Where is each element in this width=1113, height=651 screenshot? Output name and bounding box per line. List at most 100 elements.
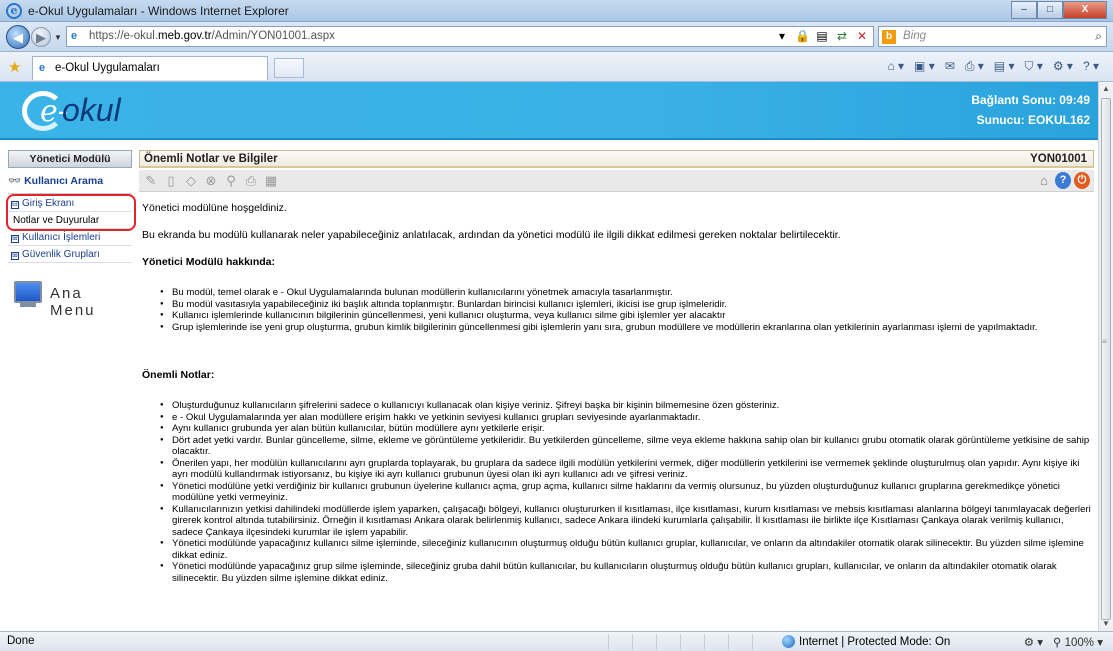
print-icon[interactable]: ⎙ — [243, 172, 259, 189]
status-bar: Done Internet | Protected Mode: On ⚙ ▾ ⚲… — [0, 631, 1113, 651]
session-info: Bağlantı Sonu: 09:49 Sunucu: EOKUL162 — [971, 90, 1090, 130]
vertical-scrollbar[interactable]: ▲ ≡ ▼ — [1098, 82, 1113, 631]
monitor-stand — [20, 303, 36, 307]
ie-logo-icon: e — [6, 3, 22, 19]
close-button[interactable]: X — [1063, 1, 1107, 19]
logout-icon[interactable]: ⏻ — [1074, 172, 1090, 189]
search-icon[interactable]: ⌕ — [1095, 29, 1102, 44]
scroll-down-icon[interactable]: ▼ — [1099, 617, 1113, 631]
main-menu-link[interactable]: Ana Menu — [8, 279, 132, 319]
connection-end: Bağlantı Sonu: 09:49 — [971, 93, 1090, 107]
main-panel: Önemli Notlar ve Bilgiler YON01001 ✎ ▯ ◇… — [139, 150, 1094, 630]
tab-page-icon: e — [39, 62, 46, 74]
minimize-button[interactable]: – — [1011, 1, 1037, 19]
content-area: Yönetici modülüne hoşgeldiniz. Bu ekrand… — [139, 192, 1094, 584]
search-field[interactable]: b Bing ⌕ — [878, 26, 1107, 47]
status-text: Done — [7, 635, 35, 647]
print-icon[interactable]: ⎙ ▾ — [965, 59, 984, 74]
about-list: Bu modül, temel olarak e - Okul Uygulama… — [160, 287, 1091, 333]
list-item: Bu modül, temel olarak e - Okul Uygulama… — [160, 287, 1091, 299]
home-icon[interactable]: ⌂ ▾ — [887, 59, 904, 74]
sidebar-title: Yönetici Modülü — [8, 150, 132, 168]
url-text[interactable]: https://e-okul.meb.gov.tr/Admin/YON01001… — [89, 30, 335, 42]
help-menu-icon[interactable]: ? ▾ — [1083, 59, 1099, 74]
list-item: Dört adet yetki vardır. Bunlar güncellem… — [160, 435, 1091, 458]
safety-menu-icon[interactable]: ⛉ ▾ — [1024, 59, 1042, 74]
tab-e-okul[interactable]: e e-Okul Uygulamaları — [32, 56, 268, 80]
new-tab-button[interactable] — [274, 58, 304, 78]
page-title: Önemli Notlar ve Bilgiler — [144, 153, 278, 165]
stop-icon[interactable]: ✕ — [855, 29, 869, 43]
window-controls: – □ X — [1011, 1, 1107, 19]
tab-label: e-Okul Uygulamaları — [55, 62, 160, 74]
globe-icon — [782, 635, 795, 648]
window-title: e-Okul Uygulamaları - Windows Internet E… — [28, 4, 289, 18]
tools-menu-icon[interactable]: ⚙ ▾ — [1053, 59, 1073, 74]
status-cells — [608, 634, 776, 650]
about-heading: Yönetici Modülü hakkında: — [142, 256, 276, 268]
red-highlight-annotation — [6, 194, 136, 231]
bing-icon: b — [882, 30, 896, 44]
refresh-icon[interactable]: ⇄ — [835, 29, 849, 43]
user-search-label: Kullanıcı Arama — [24, 175, 104, 187]
export-icon[interactable]: ▦ — [263, 172, 279, 189]
search-placeholder: Bing — [903, 30, 927, 42]
command-bar: ⌂ ▾ ▣ ▾ ✉ ⎙ ▾ ▤ ▾ ⛉ ▾ ⚙ ▾ ? ▾ — [887, 59, 1099, 74]
list-item: e - Okul Uygulamalarında yer alan modüll… — [160, 412, 1091, 424]
forward-button[interactable]: ▶ — [31, 27, 51, 47]
address-field[interactable]: e https://e-okul.meb.gov.tr/Admin/YON010… — [66, 26, 874, 47]
list-item: Kullanıcılarınızın yetkisi dahilindeki m… — [160, 504, 1091, 539]
zone-label: Internet | Protected Mode: On — [799, 635, 951, 648]
mail-icon[interactable]: ✉ — [945, 59, 955, 74]
expand-icon: ⊞ — [11, 235, 19, 243]
monitor-icon — [14, 281, 42, 303]
logo-text: okul — [62, 92, 121, 128]
sidebar-item-label: Kullanıcı İşlemleri — [22, 232, 101, 243]
back-button[interactable]: ◀ — [6, 25, 30, 49]
lock-icon[interactable]: 🔒 — [795, 29, 810, 43]
server-name: Sunucu: EOKUL162 — [976, 113, 1090, 127]
screen-code: YON01001 — [1030, 153, 1087, 165]
page-icon: e — [71, 30, 78, 42]
zoom-control[interactable]: ⚲ 100% ▾ — [1053, 635, 1103, 649]
maximize-button[interactable]: □ — [1037, 1, 1063, 19]
page-header: e- okul Bağlantı Sonu: 09:49 Sunucu: EOK… — [0, 82, 1098, 140]
welcome-text: Yönetici modülüne hoşgeldiniz. — [142, 202, 287, 214]
clear-icon[interactable]: ◇ — [183, 172, 199, 189]
expand-icon: ⊞ — [11, 252, 19, 260]
panel-toolbar: ✎ ▯ ◇ ⊗ ⚲ ⎙ ▦ ⌂ ? ⏻ — [139, 170, 1094, 192]
feeds-icon[interactable]: ▣ ▾ — [914, 59, 935, 74]
list-item: Aynı kullanıcı grubunda yer alan bütün k… — [160, 423, 1091, 435]
addons-icon[interactable]: ⚙ ▾ — [1024, 635, 1043, 649]
delete-icon[interactable]: ▯ — [163, 172, 179, 189]
notes-list: Oluşturduğunuz kullanıcıların şifrelerin… — [160, 400, 1091, 584]
security-zone[interactable]: Internet | Protected Mode: On — [782, 635, 950, 648]
panel-header: Önemli Notlar ve Bilgiler YON01001 — [139, 150, 1094, 168]
main-menu-label: Ana Menu — [50, 285, 96, 319]
sidebar-item-label: Güvenlik Grupları — [22, 249, 100, 260]
edit-icon[interactable]: ✎ — [143, 172, 159, 189]
dropdown-icon[interactable]: ▾ — [775, 29, 789, 43]
scroll-up-icon[interactable]: ▲ — [1099, 82, 1113, 96]
cancel-icon[interactable]: ⊗ — [203, 172, 219, 189]
home-icon[interactable]: ⌂ — [1036, 172, 1052, 189]
history-dropdown-icon[interactable]: ▼ — [54, 33, 62, 42]
compatibility-icon[interactable]: ▤ — [815, 29, 829, 43]
sidebar: Yönetici Modülü 👓 Kullanıcı Arama ⊟ Giriş … — [6, 150, 136, 319]
scroll-thumb[interactable] — [1101, 98, 1111, 620]
binoculars-icon: 👓 — [8, 175, 22, 187]
intro-text: Bu ekranda bu modülü kullanarak neler ya… — [142, 229, 841, 241]
sidebar-item-kullanici-islemleri[interactable]: ⊞ Kullanıcı İşlemleri — [8, 229, 132, 246]
user-search-link[interactable]: 👓 Kullanıcı Arama — [8, 173, 132, 189]
sidebar-item-guvenlik-gruplari[interactable]: ⊞ Güvenlik Grupları — [8, 246, 132, 263]
scroll-grip-icon: ≡ — [1102, 337, 1107, 346]
page-menu-icon[interactable]: ▤ ▾ — [994, 59, 1015, 74]
help-icon[interactable]: ? — [1055, 172, 1071, 189]
address-toolbar: ◀ ▶ ▼ e https://e-okul.meb.gov.tr/Admin/… — [0, 22, 1113, 52]
list-item: Oluşturduğunuz kullanıcıların şifrelerin… — [160, 400, 1091, 412]
window-title-bar: e e-Okul Uygulamaları - Windows Internet… — [0, 0, 1113, 22]
list-item: Bu modül vasıtasıyla yapabileceğiniz iki… — [160, 299, 1091, 311]
search-icon[interactable]: ⚲ — [223, 172, 239, 189]
list-item: Önerilen yapı, her modülün kullanıcıları… — [160, 458, 1091, 481]
favorites-star-icon[interactable]: ★ — [8, 58, 21, 76]
